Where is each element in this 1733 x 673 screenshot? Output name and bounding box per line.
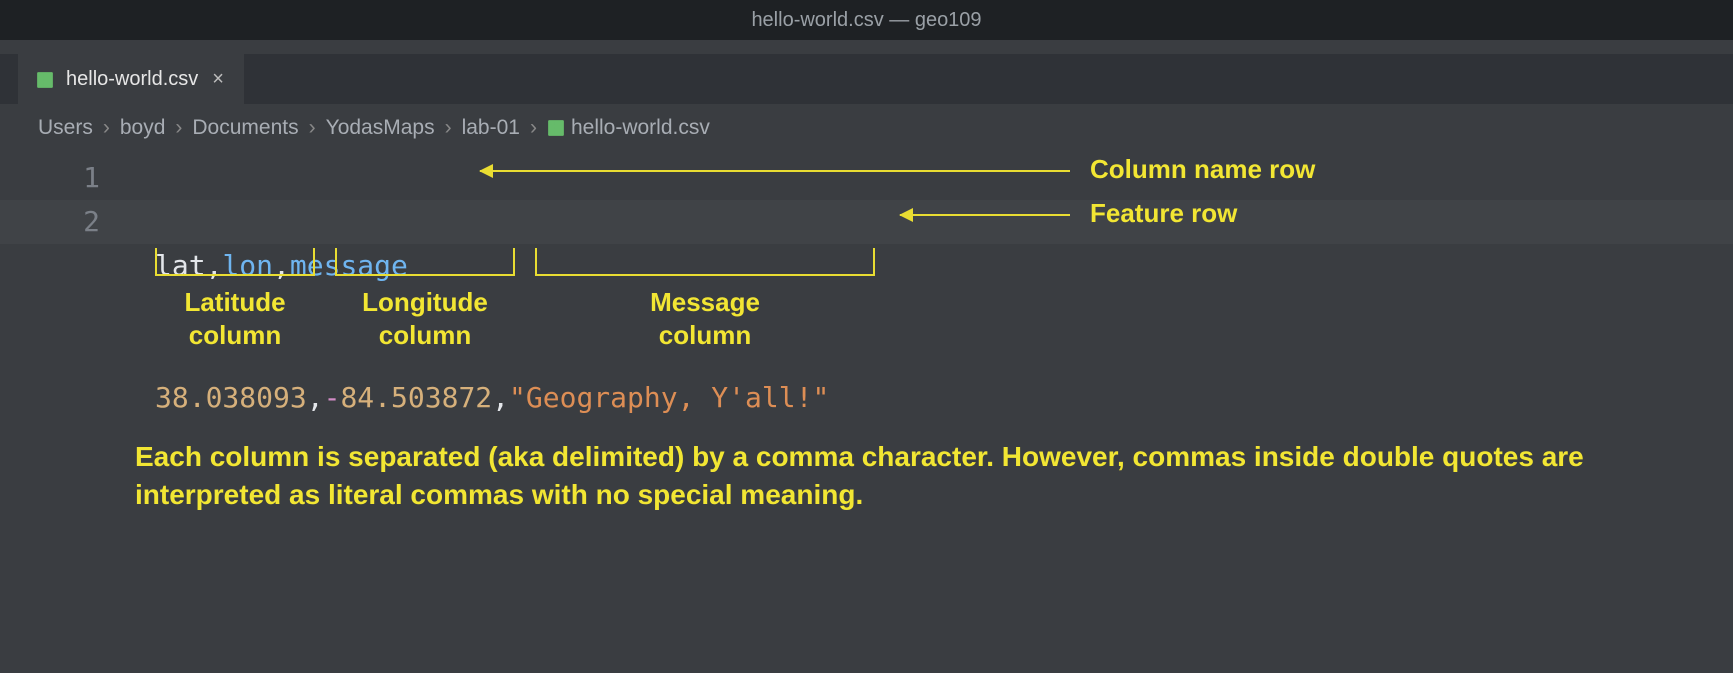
breadcrumb-segment[interactable]: Users <box>38 116 93 140</box>
annotation-explanation: Each column is separated (aka delimited)… <box>135 438 1705 514</box>
chevron-right-icon: › <box>445 116 452 140</box>
bracket-msg <box>535 248 875 276</box>
annotation-longitude-column: Longitude column <box>325 286 525 351</box>
close-icon[interactable]: × <box>210 68 226 91</box>
arrow-icon <box>900 214 1070 216</box>
line-number: 1 <box>0 156 100 200</box>
token-message-value: "Geography, Y'all!" <box>509 381 829 414</box>
breadcrumb-segment[interactable]: Documents <box>192 116 298 140</box>
tab-label: hello-world.csv <box>66 68 198 91</box>
annotation-feature-row: Feature row <box>1090 198 1237 229</box>
line-number-gutter: 1 2 <box>0 154 130 244</box>
window-titlebar: hello-world.csv — geo109 <box>0 0 1733 40</box>
bracket-lon <box>335 248 515 276</box>
code-editor[interactable]: 1 2 lat,lon,message 38.038093,-84.503872… <box>0 148 1733 673</box>
breadcrumb-file[interactable]: hello-world.csv <box>547 116 710 140</box>
chevron-right-icon: › <box>175 116 182 140</box>
bracket-lat <box>155 248 315 276</box>
token-lat-value: 38.038093 <box>155 381 307 414</box>
breadcrumb-segment[interactable]: boyd <box>120 116 166 140</box>
breadcrumb-filename: hello-world.csv <box>571 116 710 139</box>
arrow-icon <box>480 170 1070 172</box>
chevron-right-icon: › <box>103 116 110 140</box>
tab-bar: hello-world.csv × <box>0 54 1733 104</box>
token-lon-value: 84.503872 <box>340 381 492 414</box>
token-comma: , <box>307 381 324 414</box>
breadcrumb-segment[interactable]: lab-01 <box>462 116 520 140</box>
breadcrumb-segment[interactable]: YodasMaps <box>326 116 435 140</box>
code-line-2[interactable]: 38.038093,-84.503872,"Geography, Y'all!" <box>155 376 829 420</box>
annotation-latitude-column: Latitude column <box>155 286 315 351</box>
annotation-column-name-row: Column name row <box>1090 154 1315 185</box>
chevron-right-icon: › <box>530 116 537 140</box>
csv-file-icon <box>36 71 54 89</box>
token-minus: - <box>324 381 341 414</box>
line-number: 2 <box>0 200 100 244</box>
chevron-right-icon: › <box>309 116 316 140</box>
tab-hello-world[interactable]: hello-world.csv × <box>18 54 244 104</box>
window-title: hello-world.csv — geo109 <box>751 9 981 32</box>
csv-file-icon <box>547 119 565 137</box>
token-comma: , <box>492 381 509 414</box>
breadcrumb: Users › boyd › Documents › YodasMaps › l… <box>0 104 1733 148</box>
annotation-message-column: Message column <box>555 286 855 351</box>
